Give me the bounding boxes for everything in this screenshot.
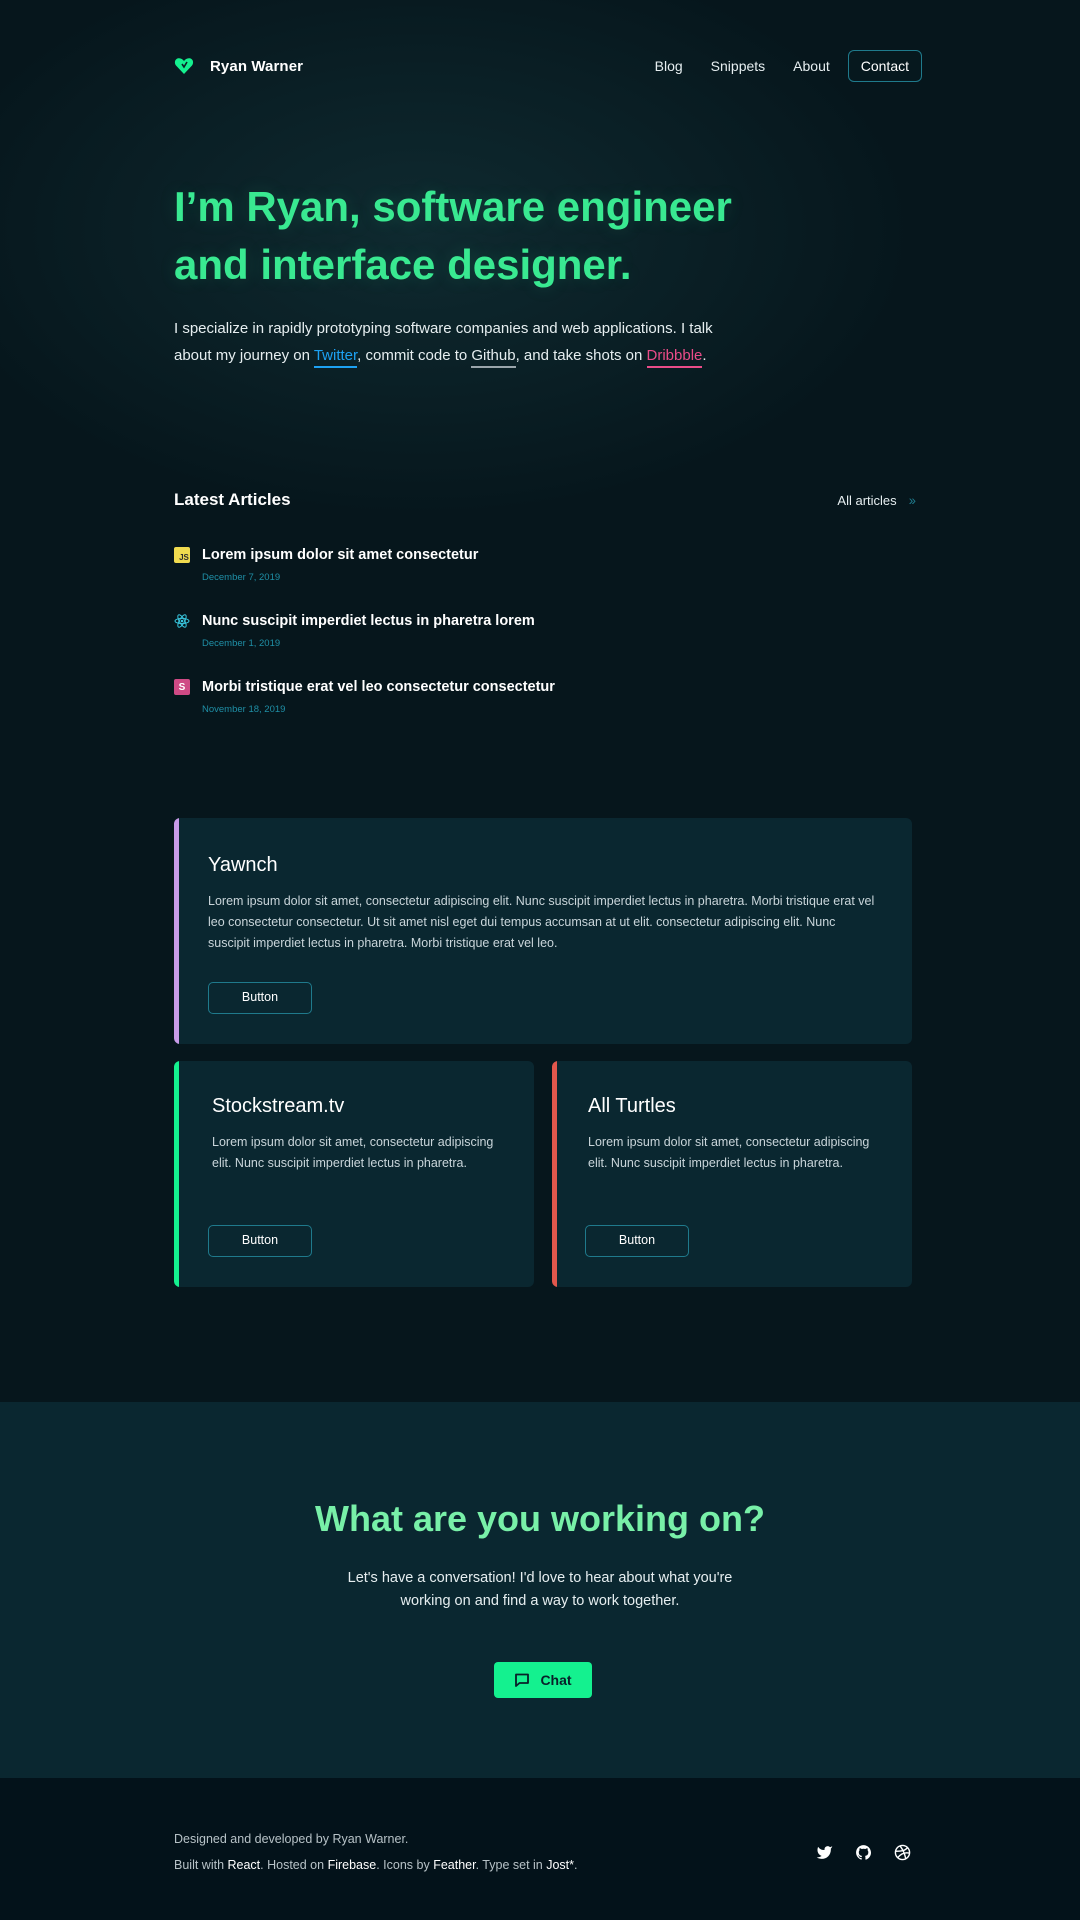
project-description: Lorem ipsum dolor sit amet, consectetur … bbox=[588, 1135, 870, 1170]
brand-name: Ryan Warner bbox=[210, 57, 304, 75]
cta-title: What are you working on? bbox=[314, 1498, 766, 1539]
jost-link[interactable]: Jost* bbox=[546, 1858, 574, 1872]
all-articles-label: All articles bbox=[837, 492, 897, 508]
firebase-link[interactable]: Firebase bbox=[328, 1858, 377, 1872]
contact-button[interactable]: Contact bbox=[847, 50, 922, 82]
hero-title-line2: and interface designer. bbox=[174, 241, 632, 288]
nav-link-blog[interactable]: Blog bbox=[655, 58, 683, 74]
github-link[interactable]: Github bbox=[471, 347, 516, 368]
latest-articles-title: Latest Articles bbox=[174, 490, 291, 509]
footer-credit: Designed and developed by Ryan Warner. bbox=[174, 1832, 409, 1846]
project-button[interactable]: Button bbox=[208, 1225, 312, 1257]
github-icon[interactable] bbox=[855, 1844, 872, 1861]
dribbble-link[interactable]: Dribbble bbox=[646, 347, 703, 368]
twitter-link[interactable]: Twitter bbox=[313, 347, 358, 368]
nav-links: Blog Snippets About Contact bbox=[655, 50, 922, 82]
cta-text: Let's have a conversation! I'd love to h… bbox=[347, 1570, 733, 1609]
js-icon: JS bbox=[174, 547, 190, 563]
nav-link-about[interactable]: About bbox=[793, 58, 830, 74]
intro-text-3: , and take shots on bbox=[515, 347, 647, 364]
project-button[interactable]: Button bbox=[585, 1225, 689, 1257]
article-item[interactable]: JS Lorem ipsum dolor sit amet consectetu… bbox=[174, 544, 478, 583]
chat-button-label: Chat bbox=[540, 1672, 572, 1688]
latest-articles-header: Latest Articles All articles ›› bbox=[174, 490, 916, 510]
heart-logo-icon bbox=[174, 58, 194, 74]
project-card-all-turtles: All Turtles Lorem ipsum dolor sit amet, … bbox=[552, 1061, 912, 1287]
article-title[interactable]: Nunc suscipit imperdiet lectus in pharet… bbox=[202, 610, 535, 632]
chat-button[interactable]: Chat bbox=[494, 1662, 592, 1698]
article-item[interactable]: S Morbi tristique erat vel leo consectet… bbox=[174, 676, 555, 715]
logo[interactable]: Ryan Warner bbox=[174, 56, 303, 76]
top-nav: Ryan Warner Blog Snippets About Contact bbox=[174, 50, 922, 82]
article-title[interactable]: Morbi tristique erat vel leo consectetur… bbox=[202, 676, 555, 698]
article-title[interactable]: Lorem ipsum dolor sit amet consectetur bbox=[202, 544, 478, 566]
message-square-icon bbox=[515, 1673, 530, 1687]
project-button[interactable]: Button bbox=[208, 982, 312, 1014]
sass-icon-label: S bbox=[178, 681, 186, 693]
project-card-yawnch: Yawnch Lorem ipsum dolor sit amet, conse… bbox=[174, 818, 912, 1044]
footer-text: . Icons by bbox=[376, 1858, 434, 1872]
footer-text: Built with bbox=[174, 1858, 228, 1872]
nav-link-snippets[interactable]: Snippets bbox=[711, 58, 765, 74]
react-icon bbox=[174, 613, 190, 629]
project-title: All Turtles bbox=[588, 1095, 676, 1117]
project-title: Yawnch bbox=[208, 854, 278, 876]
article-date: November 18, 2019 bbox=[202, 704, 286, 715]
feather-link[interactable]: Feather bbox=[433, 1858, 475, 1872]
footer-text: . Hosted on bbox=[260, 1858, 328, 1872]
twitter-icon[interactable] bbox=[816, 1844, 833, 1861]
social-links bbox=[816, 1844, 911, 1861]
dribbble-icon[interactable] bbox=[894, 1844, 911, 1861]
intro-text-4: . bbox=[702, 347, 707, 364]
sass-icon: S bbox=[174, 679, 190, 695]
intro-text-2: , commit code to bbox=[357, 347, 472, 364]
project-description: Lorem ipsum dolor sit amet, consectetur … bbox=[208, 894, 875, 950]
cta-section: What are you working on? Let's have a co… bbox=[0, 1402, 1080, 1778]
hero-intro: I specialize in rapidly prototyping soft… bbox=[174, 315, 734, 369]
article-item[interactable]: Nunc suscipit imperdiet lectus in pharet… bbox=[174, 610, 535, 649]
footer: Designed and developed by Ryan Warner. B… bbox=[0, 1778, 1080, 1920]
hero-title: I’m Ryan, software engineer and interfac… bbox=[174, 178, 794, 294]
article-date: December 1, 2019 bbox=[202, 638, 281, 649]
footer-text: . Type set in bbox=[475, 1858, 547, 1872]
footer-text: . bbox=[574, 1858, 578, 1872]
footer-built-with: Built with React. Hosted on Firebase. Ic… bbox=[174, 1858, 578, 1872]
react-link[interactable]: React bbox=[228, 1858, 261, 1872]
project-title: Stockstream.tv bbox=[212, 1095, 345, 1117]
hero-title-line1: I’m Ryan, software engineer bbox=[174, 183, 732, 230]
react-icon-svg bbox=[174, 614, 190, 628]
article-date: December 7, 2019 bbox=[202, 572, 281, 583]
project-description: Lorem ipsum dolor sit amet, consectetur … bbox=[212, 1135, 494, 1170]
project-card-stockstream: Stockstream.tv Lorem ipsum dolor sit ame… bbox=[174, 1061, 534, 1287]
chevrons-right-icon: ›› bbox=[908, 492, 916, 508]
all-articles-link[interactable]: All articles ›› bbox=[837, 492, 916, 508]
js-icon-label: JS bbox=[179, 553, 189, 562]
